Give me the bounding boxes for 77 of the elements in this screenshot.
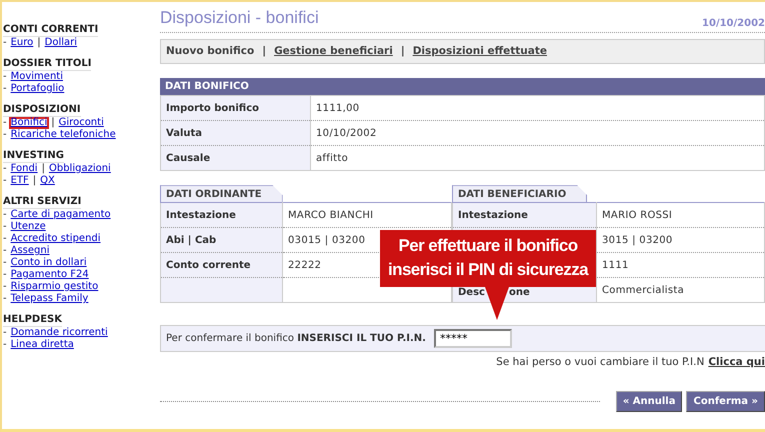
menu-link[interactable]: Fondi — [8, 163, 40, 175]
label-fragment: one — [508, 287, 530, 298]
section-heading: ALTRI SERVIZI — [3, 196, 82, 209]
label-fragment: Desc — [458, 287, 485, 298]
date-text: 10/10/2002 — [702, 16, 765, 30]
tab[interactable]: Disposizioni effettuate — [412, 44, 547, 60]
bullet-mark: - — [3, 327, 7, 339]
separator-mark: | — [32, 175, 36, 187]
label-cell: Intestazione — [452, 202, 596, 228]
value-cell: affitto — [310, 146, 764, 171]
section-heading: INVESTING — [3, 150, 64, 163]
value-cell: 1111,00 — [310, 96, 764, 121]
bullet-mark: - — [3, 221, 7, 233]
bullet-mark: - — [3, 293, 7, 305]
pin-field[interactable]: ***** — [434, 329, 512, 348]
help-text: Se hai perso o vuoi cambiare il tuo P.I.N — [496, 355, 704, 370]
separator-mark: | — [262, 44, 266, 58]
menu-link[interactable]: QX — [38, 175, 57, 187]
menu-link[interactable]: Giroconti — [56, 117, 106, 129]
label-cell: Conto corrente — [160, 252, 282, 278]
bullet-mark: - — [3, 339, 7, 351]
bullet-mark: - — [3, 129, 7, 141]
section-heading: CONTI CORRENTI — [3, 24, 98, 37]
pin-prompt: Per confermare il bonifico INSERISCI IL TUO P.I.N. — [166, 332, 426, 346]
menu-link[interactable]: Dollari — [42, 37, 80, 49]
bullet-mark: - — [3, 163, 7, 175]
action-button[interactable]: Conferma » — [686, 391, 765, 412]
menu-link[interactable]: Risparmio gestito — [8, 281, 100, 293]
value-cell: MARCO BIANCHI — [282, 202, 452, 228]
bullet-mark: - — [3, 117, 7, 129]
menu-link[interactable]: Utenze — [8, 221, 48, 233]
label-cell: Causale — [160, 146, 310, 171]
bullet-mark: - — [3, 269, 7, 281]
bullet-mark: - — [3, 257, 7, 269]
label-cell: Valuta — [160, 120, 310, 146]
section-heading: DOSSIER TITOLI — [3, 58, 92, 71]
menu-link[interactable]: Accredito stipendi — [8, 233, 103, 245]
menu-link[interactable]: Pagamento F24 — [8, 269, 91, 281]
help-link[interactable]: Clicca qui — [708, 355, 765, 371]
bullet-mark: - — [3, 71, 7, 83]
section-heading: HELPDESK — [3, 314, 62, 327]
bullet-mark: - — [3, 233, 7, 245]
label-cell: Intestazione — [160, 202, 282, 228]
tab[interactable]: Gestione beneficiari — [274, 44, 393, 60]
menu-link[interactable]: Assegni — [8, 245, 52, 257]
menu-link[interactable]: Conto in dollari — [8, 257, 89, 269]
menu-link[interactable]: Obbligazioni — [46, 163, 113, 175]
menu-link[interactable]: Linea diretta — [8, 339, 76, 351]
section-heading: DISPOSIZIONI — [3, 104, 81, 117]
menu-link[interactable]: Euro — [8, 37, 36, 49]
value-cell: MARIO ROSSI — [596, 202, 764, 228]
separator-mark: | — [37, 37, 41, 49]
bullet-mark: - — [3, 83, 7, 95]
bullet-mark: - — [3, 281, 7, 293]
tab[interactable]: Nuovo bonifico — [166, 44, 254, 60]
label-cell: Importo bonifico — [160, 96, 310, 121]
value-cell: Commercialista — [596, 278, 764, 303]
separator-mark: | — [51, 117, 55, 129]
bullet-mark: - — [3, 209, 7, 221]
menu-link[interactable]: Portafoglio — [8, 83, 66, 95]
separator-mark: | — [42, 163, 45, 175]
action-button[interactable]: « Annulla — [616, 391, 682, 412]
menu-link[interactable]: Domande ricorrenti — [8, 327, 110, 339]
bullet-mark: - — [3, 37, 7, 49]
panel-header: DATI BONIFICO — [160, 78, 765, 96]
bullet-mark: - — [3, 245, 7, 257]
menu-link[interactable]: Telepass Family — [8, 293, 90, 305]
separator-mark: | — [400, 44, 405, 58]
value-cell: 10/10/2002 — [310, 120, 764, 146]
bullet-mark: - — [3, 175, 7, 187]
label-cell: Abi | Cab — [160, 228, 282, 253]
menu-link[interactable]: Bonifici — [8, 117, 50, 129]
page-title: Disposizioni - bonifici — [160, 7, 319, 29]
menu-link[interactable]: Carte di pagamento — [8, 209, 113, 221]
menu-link[interactable]: Movimenti — [8, 71, 65, 83]
menu-link[interactable]: Ricariche telefoniche — [8, 129, 118, 141]
menu-link[interactable]: ETF — [8, 175, 31, 187]
